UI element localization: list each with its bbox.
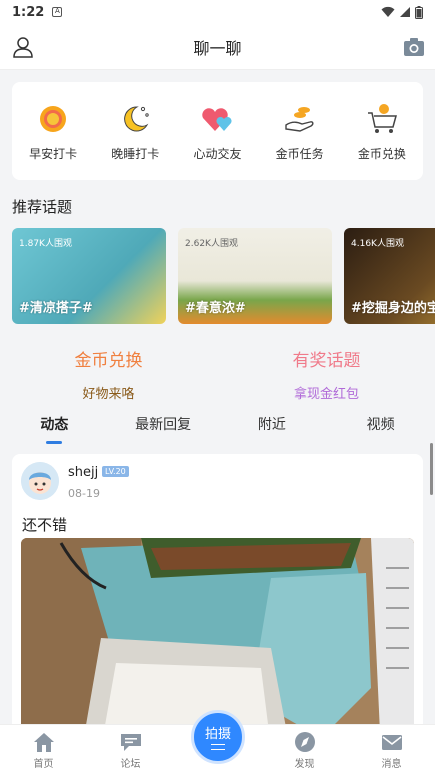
post-card[interactable]: shejj LV.20 08-19 还不错 — [12, 454, 423, 754]
wifi-icon — [381, 6, 395, 17]
avatar-image — [21, 462, 59, 500]
promo-subtitle: 拿现金红包 — [293, 387, 359, 402]
quick-action-label: 金币兑换 — [357, 146, 406, 161]
topic-views: 2.62K人围观 — [185, 239, 238, 249]
quick-action-coin-tasks[interactable]: 金币任务 — [264, 101, 336, 162]
moon-icon — [124, 105, 149, 131]
menu-lines-icon — [211, 744, 225, 750]
quick-action-label: 心动交友 — [193, 146, 242, 161]
topic-card[interactable]: 4.16K人围观 #挖掘身边的宝 — [344, 228, 435, 324]
topic-name: #春意浓# — [185, 301, 246, 316]
topic-views: 1.87K人围观 — [19, 239, 72, 249]
nav-label: 论坛 — [120, 759, 141, 770]
post-text: 还不错 — [22, 516, 68, 534]
tab-feed[interactable]: 动态 — [0, 406, 109, 446]
post-date: 08-19 — [68, 487, 100, 500]
feed-tabs: 动态 最新回复 附近 视频 — [0, 406, 435, 446]
sun-icon — [40, 105, 67, 132]
promo-prize-topic[interactable]: 有奖话题 拿现金红包 — [218, 346, 435, 402]
shoot-button[interactable]: 拍摄 — [191, 710, 245, 764]
app-header: 聊一聊 — [0, 24, 435, 70]
quick-action-coin-exchange[interactable]: 金币兑换 — [346, 101, 418, 162]
topic-carousel[interactable]: 1.87K人围观 #清凉搭子# 2.62K人围观 #春意浓# 4.16K人围观 … — [12, 228, 435, 324]
level-badge: LV.20 — [102, 466, 129, 477]
nav-forum[interactable]: 论坛 — [87, 725, 174, 773]
topic-views: 4.16K人围观 — [351, 239, 404, 249]
topic-card[interactable]: 1.87K人围观 #清凉搭子# — [12, 228, 166, 324]
hearts-icon — [202, 107, 232, 131]
recommended-topics-title: 推荐话题 — [12, 198, 73, 216]
camera-icon[interactable] — [403, 37, 425, 57]
chat-icon — [120, 734, 141, 751]
battery-icon — [415, 5, 423, 19]
topic-card[interactable]: 2.62K人围观 #春意浓# — [178, 228, 332, 324]
quick-action-label: 早安打卡 — [29, 146, 78, 161]
nav-label: 消息 — [381, 759, 402, 770]
status-bar: 1:22 A — [0, 0, 435, 24]
promo-title: 有奖话题 — [292, 351, 361, 371]
promo-title: 金币兑换 — [74, 351, 143, 371]
scrollbar[interactable] — [430, 443, 433, 495]
nav-home[interactable]: 首页 — [0, 725, 87, 773]
tab-nearby[interactable]: 附近 — [218, 406, 327, 446]
compass-icon — [294, 732, 315, 752]
user-icon[interactable] — [12, 36, 34, 58]
nav-label: 发现 — [294, 759, 315, 770]
avatar[interactable] — [21, 462, 59, 500]
page-title: 聊一聊 — [193, 38, 242, 58]
cart-icon — [367, 103, 397, 133]
post-username[interactable]: shejj — [68, 465, 98, 480]
coin-hand-icon — [284, 106, 314, 132]
notification-icon: A — [52, 7, 63, 17]
quick-action-label: 晚睡打卡 — [111, 146, 160, 161]
quick-action-label: 金币任务 — [275, 146, 324, 161]
quick-action-morning-checkin[interactable]: 早安打卡 — [17, 101, 89, 162]
status-time: 1:22 — [12, 4, 45, 20]
nav-label: 首页 — [33, 759, 54, 770]
quick-action-dating[interactable]: 心动交友 — [181, 101, 253, 162]
shoot-button-label: 拍摄 — [204, 727, 231, 742]
promo-subtitle: 好物来咯 — [82, 387, 135, 402]
tab-video[interactable]: 视频 — [326, 406, 435, 446]
quick-action-night-checkin[interactable]: 晚睡打卡 — [99, 101, 171, 162]
topic-name: #清凉搭子# — [19, 301, 93, 316]
nav-messages[interactable]: 消息 — [348, 725, 435, 773]
quick-actions-panel: 早安打卡 晚睡打卡 心动交友 金币任务 金币兑换 — [12, 82, 423, 180]
nav-discover[interactable]: 发现 — [261, 725, 348, 773]
promo-coin-exchange[interactable]: 金币兑换 好物来咯 — [0, 346, 217, 402]
mail-icon — [381, 735, 402, 750]
tab-latest-replies[interactable]: 最新回复 — [109, 406, 218, 446]
home-icon — [33, 733, 54, 752]
signal-icon — [400, 7, 410, 17]
status-icons — [381, 5, 423, 19]
topic-name: #挖掘身边的宝 — [351, 301, 435, 316]
